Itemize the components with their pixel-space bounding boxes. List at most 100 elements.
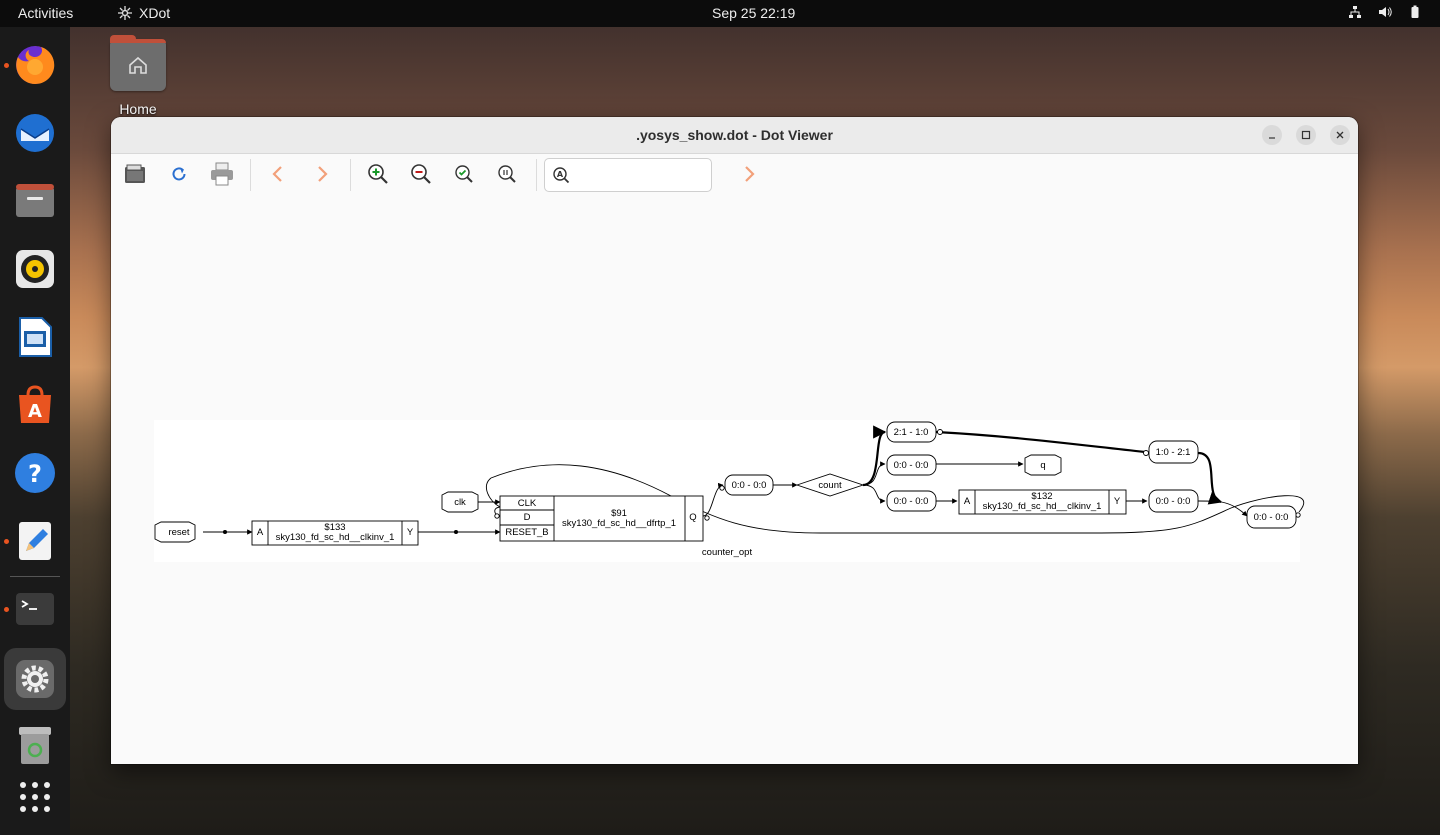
slice-node-1[interactable]: 0:0 - 0:0 [724, 474, 774, 496]
find-next-button[interactable] [735, 160, 763, 188]
port-reset[interactable]: reset [154, 521, 196, 543]
port-dot [704, 515, 710, 521]
zoom-fit-button[interactable] [450, 160, 478, 188]
minimize-button[interactable] [1262, 125, 1282, 145]
find-next-arrow-icon [745, 166, 755, 182]
close-button[interactable] [1330, 125, 1350, 145]
slice-node-5[interactable]: 1:0 - 2:1 [1148, 440, 1199, 464]
toolbar-separator [250, 159, 251, 191]
home-folder-icon [110, 35, 166, 91]
show-apps-icon[interactable] [11, 773, 59, 821]
toolbar-separator [350, 159, 351, 191]
zoom-out-icon [411, 164, 431, 184]
edge-slice2-to-slice5 [935, 430, 1146, 454]
firefox-icon[interactable] [11, 41, 59, 89]
running-indicator [4, 607, 9, 612]
toolbar-separator [536, 159, 537, 191]
svg-text:A: A [28, 401, 42, 422]
print-button[interactable] [208, 160, 236, 188]
count-node-label: count [818, 480, 842, 491]
port-reset-label: reset [168, 527, 189, 538]
rhythmbox-icon[interactable] [11, 245, 59, 293]
thunderbird-icon[interactable] [11, 109, 59, 157]
cell-91-pin-reset-b: RESET_B [505, 527, 548, 538]
slice-node-6-label: 0:0 - 0:0 [1156, 496, 1191, 507]
port-clk-label: clk [454, 497, 466, 508]
slice-node-7-label: 0:0 - 0:0 [1254, 512, 1289, 523]
maximize-icon [1301, 130, 1311, 140]
settings-icon[interactable] [4, 648, 66, 710]
edge-slice6-to-slice7 [1197, 500, 1248, 517]
slice-node-4[interactable]: 0:0 - 0:0 [886, 490, 937, 512]
slice-node-2-label: 2:1 - 1:0 [894, 427, 929, 438]
battery-icon [1411, 5, 1419, 18]
slice-node-3[interactable]: 0:0 - 0:0 [886, 454, 937, 476]
slice-node-2[interactable]: 2:1 - 1:0 [886, 421, 937, 443]
slice-node-6[interactable]: 0:0 - 0:0 [1148, 489, 1199, 513]
open-button[interactable] [121, 160, 149, 188]
window-title: .yosys_show.dot - Dot Viewer [636, 127, 833, 143]
back-arrow-icon [272, 166, 282, 182]
files-icon[interactable] [11, 177, 59, 225]
zoom-100-button[interactable] [493, 160, 521, 188]
port-dot [719, 485, 725, 491]
desktop-home-folder[interactable]: Home [108, 35, 168, 117]
activities-button[interactable]: Activities [18, 5, 73, 21]
edge-count-to-slice4 [862, 484, 886, 504]
app-menu-label: XDot [139, 5, 171, 21]
running-indicator [4, 63, 9, 68]
cell-132-pin-y: Y [1114, 496, 1121, 507]
port-dot [494, 513, 500, 519]
terminal-icon[interactable] [11, 585, 59, 633]
svg-text:A: A [557, 170, 564, 179]
cell-91[interactable]: CLK D RESET_B $91 sky130_fd_sc_hd__dfrtp… [499, 495, 704, 542]
forward-arrow-icon [318, 166, 328, 182]
zoom-fit-icon [455, 165, 473, 183]
xdot-app-icon [118, 6, 132, 20]
system-tray[interactable] [1348, 5, 1422, 19]
port-q[interactable]: q [1024, 454, 1062, 476]
dock: A ? [0, 27, 70, 835]
svg-text:?: ? [28, 460, 42, 488]
slice-node-3-label: 0:0 - 0:0 [894, 460, 929, 471]
forward-button[interactable] [308, 160, 336, 188]
app-menu[interactable]: XDot [117, 5, 170, 21]
maximize-button[interactable] [1296, 125, 1316, 145]
slice-node-5-label: 1:0 - 2:1 [1156, 447, 1191, 458]
app-center-icon[interactable]: A [11, 381, 59, 429]
cell-133[interactable]: A $133 sky130_fd_sc_hd__clkinv_1 Y [251, 520, 419, 546]
trash-icon[interactable] [11, 721, 59, 769]
slice-node-4-label: 0:0 - 0:0 [894, 496, 929, 507]
back-button[interactable] [264, 160, 292, 188]
top-bar: Activities XDot Sep 25 22:19 [0, 0, 1440, 27]
cell-133-type: sky130_fd_sc_hd__clkinv_1 [276, 532, 395, 543]
dot-viewer-window: .yosys_show.dot - Dot Viewer A reset A $… [111, 117, 1358, 764]
port-dot [1295, 512, 1301, 518]
zoom-in-button[interactable] [364, 160, 392, 188]
text-editor-icon[interactable] [11, 517, 59, 565]
port-clk[interactable]: clk [441, 491, 479, 513]
count-node[interactable]: count [795, 473, 865, 497]
reload-button[interactable] [165, 160, 193, 188]
cell-132[interactable]: A $132 sky130_fd_sc_hd__clkinv_1 Y [958, 489, 1127, 515]
slice-node-1-label: 0:0 - 0:0 [732, 480, 767, 491]
search-field[interactable]: A [544, 158, 712, 192]
open-file-icon [125, 164, 145, 183]
cell-133-pin-a: A [257, 527, 264, 538]
port-q-label: q [1040, 460, 1045, 471]
edge-count-to-slice2 [862, 425, 887, 487]
graph-canvas[interactable]: reset A $133 sky130_fd_sc_hd__clkinv_1 Y… [111, 196, 1358, 764]
printer-icon [211, 162, 233, 186]
cell-91-pin-q: Q [689, 512, 696, 523]
zoom-out-button[interactable] [407, 160, 435, 188]
cell-91-pin-clk: CLK [518, 498, 537, 509]
cell-91-type: sky130_fd_sc_hd__dfrtp_1 [562, 518, 676, 529]
search-input[interactable] [573, 165, 707, 182]
slice-node-7[interactable]: 0:0 - 0:0 [1246, 505, 1297, 529]
title-bar[interactable]: .yosys_show.dot - Dot Viewer [111, 117, 1358, 154]
netlist-graph[interactable]: reset A $133 sky130_fd_sc_hd__clkinv_1 Y… [111, 196, 1358, 764]
clock[interactable]: Sep 25 22:19 [712, 5, 795, 21]
libreoffice-impress-icon[interactable] [11, 313, 59, 361]
help-icon[interactable]: ? [11, 449, 59, 497]
reload-icon [172, 167, 186, 181]
